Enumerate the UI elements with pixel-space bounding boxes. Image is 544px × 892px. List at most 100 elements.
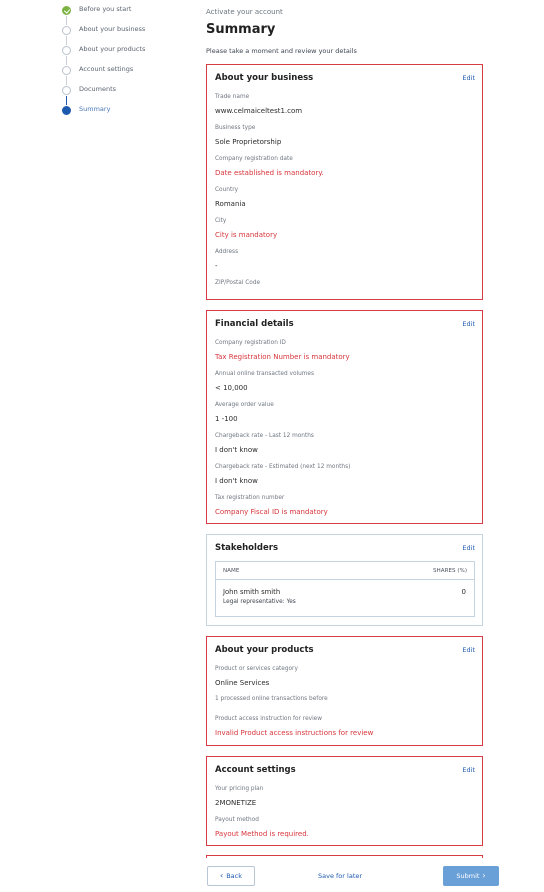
- field-chargeback-estimated: Chargeback rate - Estimated (next 12 mon…: [215, 463, 470, 486]
- step-about-your-products[interactable]: About your products: [60, 44, 200, 65]
- step-documents[interactable]: Documents: [60, 84, 200, 105]
- field-label: Company registration ID: [215, 340, 286, 346]
- table-header: NAME SHARES (%): [216, 562, 474, 580]
- field-company-registration-id: Company registration ID Tax Registration…: [215, 339, 470, 362]
- field-label: Address: [215, 249, 239, 255]
- financial-card: Financial details Edit Company registrat…: [206, 310, 483, 524]
- field-label: Country: [215, 187, 239, 193]
- stakeholder-shares: 0: [461, 588, 466, 596]
- page-intro: Please take a moment and review your det…: [206, 47, 357, 55]
- step-label: Summary: [79, 105, 111, 113]
- field-address: Address -: [215, 248, 470, 271]
- field-zip: ZIP/Postal Code: [215, 279, 470, 287]
- field-registration-date: Company registration date Date establish…: [215, 155, 470, 178]
- field-annual-volumes: Annual online transacted volumes < 10,00…: [215, 370, 470, 393]
- progress-stepper: Before you start About your business Abo…: [60, 4, 200, 124]
- back-label: Back: [226, 872, 242, 880]
- field-label: Trade name: [215, 94, 250, 100]
- column-header-shares: SHARES (%): [432, 568, 467, 574]
- step-label: Before you start: [79, 5, 132, 13]
- step-label: Documents: [79, 85, 117, 93]
- card-title: Account settings: [215, 765, 296, 775]
- products-card: About your products Edit Product or serv…: [206, 636, 483, 746]
- field-value: www.celmaiceltest1.com: [215, 107, 303, 115]
- empty-circle-icon: [62, 86, 71, 95]
- edit-products-link[interactable]: Edit: [462, 646, 475, 654]
- edit-account-link[interactable]: Edit: [462, 766, 475, 774]
- save-for-later-button[interactable]: Save for later: [318, 872, 362, 880]
- stakeholder-name: John smith smith: [223, 588, 281, 596]
- legal-representative: Legal representative: Yes: [223, 599, 296, 605]
- empty-circle-icon: [62, 46, 71, 55]
- field-value: 2MONETIZE: [215, 799, 257, 807]
- action-footer: ‹ Back Save for later Submit ›: [0, 858, 544, 892]
- field-label: Tax registration number: [215, 495, 285, 501]
- chevron-right-icon: ›: [482, 871, 486, 880]
- field-value: Sole Proprietorship: [215, 138, 282, 146]
- edit-financial-link[interactable]: Edit: [462, 320, 475, 328]
- field-country: Country Romania: [215, 186, 470, 209]
- chevron-left-icon: ‹: [220, 871, 224, 880]
- business-card: About your business Edit Trade name www.…: [206, 64, 483, 300]
- submit-button[interactable]: Submit ›: [443, 866, 499, 886]
- transactions-note: 1 processed online transactions before: [215, 696, 328, 702]
- field-label: Chargeback rate - Estimated (next 12 mon…: [215, 464, 351, 470]
- empty-circle-icon: [62, 66, 71, 75]
- step-account-settings[interactable]: Account settings: [60, 64, 200, 85]
- field-value: I don't know: [215, 477, 258, 485]
- field-payout-method: Payout method Payout Method is required.: [215, 816, 470, 839]
- field-label: Product access instruction for review: [215, 716, 322, 722]
- edit-business-link[interactable]: Edit: [462, 74, 475, 82]
- field-error: Company Fiscal ID is mandatory: [215, 508, 328, 516]
- field-value: I don't know: [215, 446, 258, 454]
- field-label: Company registration date: [215, 156, 293, 162]
- field-label: City: [215, 218, 227, 224]
- field-business-type: Business type Sole Proprietorship: [215, 124, 470, 147]
- field-value: Romania: [215, 200, 246, 208]
- check-circle-icon: [62, 6, 71, 15]
- page-title: Summary: [206, 22, 276, 37]
- field-label: Average order value: [215, 402, 274, 408]
- field-chargeback-last: Chargeback rate - Last 12 months I don't…: [215, 432, 470, 455]
- card-title: Financial details: [215, 319, 294, 329]
- current-step-icon: [62, 106, 71, 115]
- page-eyebrow: Activate your account: [206, 8, 283, 16]
- field-trade-name: Trade name www.celmaiceltest1.com: [215, 93, 470, 116]
- submit-label: Submit: [456, 872, 480, 880]
- step-summary[interactable]: Summary: [60, 104, 200, 124]
- field-value: < 10,000: [215, 384, 248, 392]
- card-title: About your business: [215, 73, 314, 83]
- field-label: Product or services category: [215, 666, 298, 672]
- field-label: Your pricing plan: [215, 786, 264, 792]
- card-title: About your products: [215, 645, 314, 655]
- edit-stakeholders-link[interactable]: Edit: [462, 544, 475, 552]
- field-error: Date established is mandatory.: [215, 169, 324, 177]
- field-label: Annual online transacted volumes: [215, 371, 315, 377]
- step-label: About your products: [79, 45, 146, 53]
- field-error: Tax Registration Number is mandatory: [215, 353, 350, 361]
- field-value: 1 -100: [215, 415, 238, 423]
- step-about-your-business[interactable]: About your business: [60, 24, 200, 45]
- table-row: John smith smith Legal representative: Y…: [216, 580, 474, 616]
- field-error: City is mandatory: [215, 231, 278, 239]
- step-label: Account settings: [79, 65, 134, 73]
- field-pricing-plan: Your pricing plan 2MONETIZE: [215, 785, 470, 808]
- field-access-instruction: Product access instruction for review In…: [215, 715, 470, 738]
- field-average-order: Average order value 1 -100: [215, 401, 470, 424]
- step-before-you-start[interactable]: Before you start: [60, 4, 200, 25]
- back-button[interactable]: ‹ Back: [207, 866, 255, 886]
- field-label: Business type: [215, 125, 256, 131]
- field-value: -: [215, 262, 218, 270]
- column-header-name: NAME: [223, 568, 240, 574]
- field-value: Online Services: [215, 679, 270, 687]
- field-error: Invalid Product access instructions for …: [215, 729, 374, 737]
- card-title: Stakeholders: [215, 543, 279, 553]
- account-card: Account settings Edit Your pricing plan …: [206, 756, 483, 846]
- empty-circle-icon: [62, 26, 71, 35]
- stakeholders-table: NAME SHARES (%) John smith smith Legal r…: [215, 561, 475, 617]
- field-label: ZIP/Postal Code: [215, 280, 261, 286]
- stakeholders-card: Stakeholders Edit NAME SHARES (%) John s…: [206, 534, 483, 626]
- field-error: Payout Method is required.: [215, 830, 309, 838]
- field-label: Chargeback rate - Last 12 months: [215, 433, 314, 439]
- field-city: City City is mandatory: [215, 217, 470, 240]
